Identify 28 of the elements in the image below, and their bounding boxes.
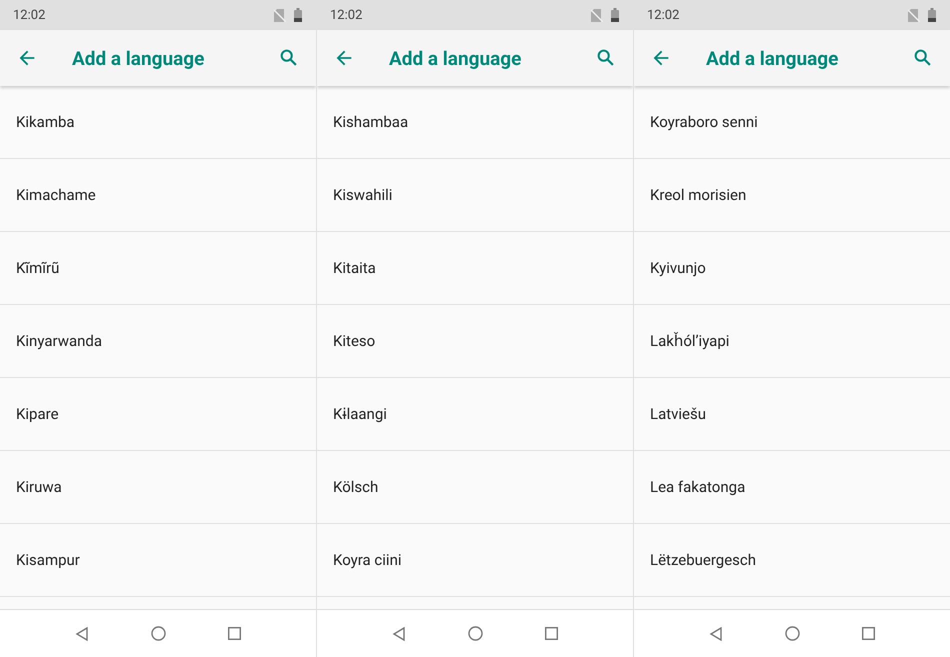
status-time: 12:02 xyxy=(647,8,680,22)
status-time: 12:02 xyxy=(13,8,46,22)
language-item[interactable]: Lakȟól’iyapi xyxy=(634,305,950,378)
recents-nav-button[interactable] xyxy=(862,627,875,640)
battery-icon xyxy=(611,8,619,22)
language-item[interactable]: Latviešu xyxy=(634,378,950,451)
home-nav-button[interactable] xyxy=(785,626,800,641)
language-item[interactable]: Lea fakatonga xyxy=(634,451,950,524)
battery-icon xyxy=(928,8,936,22)
no-sim-icon xyxy=(591,8,603,22)
back-nav-button[interactable] xyxy=(709,626,723,640)
status-time: 12:02 xyxy=(330,8,364,22)
language-item[interactable]: Kreol morisien xyxy=(634,159,950,232)
recents-nav-button[interactable] xyxy=(228,627,241,640)
recents-nav-button[interactable] xyxy=(545,627,558,640)
home-nav-button[interactable] xyxy=(468,626,483,641)
no-sim-icon xyxy=(274,8,286,22)
screen-title: Add a language xyxy=(389,46,522,70)
home-nav-button[interactable] xyxy=(151,626,166,641)
no-sim-icon xyxy=(908,8,920,22)
language-item[interactable]: Kyivunjo xyxy=(634,232,950,305)
language-item[interactable]: Koyraboro senni xyxy=(634,86,950,159)
screen-title: Add a language xyxy=(72,46,206,70)
back-nav-button[interactable] xyxy=(75,626,89,640)
screen-title: Add a language xyxy=(706,46,840,70)
language-item[interactable]: Lëtzebuergesch xyxy=(634,524,950,597)
battery-icon xyxy=(294,8,302,22)
back-nav-button[interactable] xyxy=(392,626,406,640)
